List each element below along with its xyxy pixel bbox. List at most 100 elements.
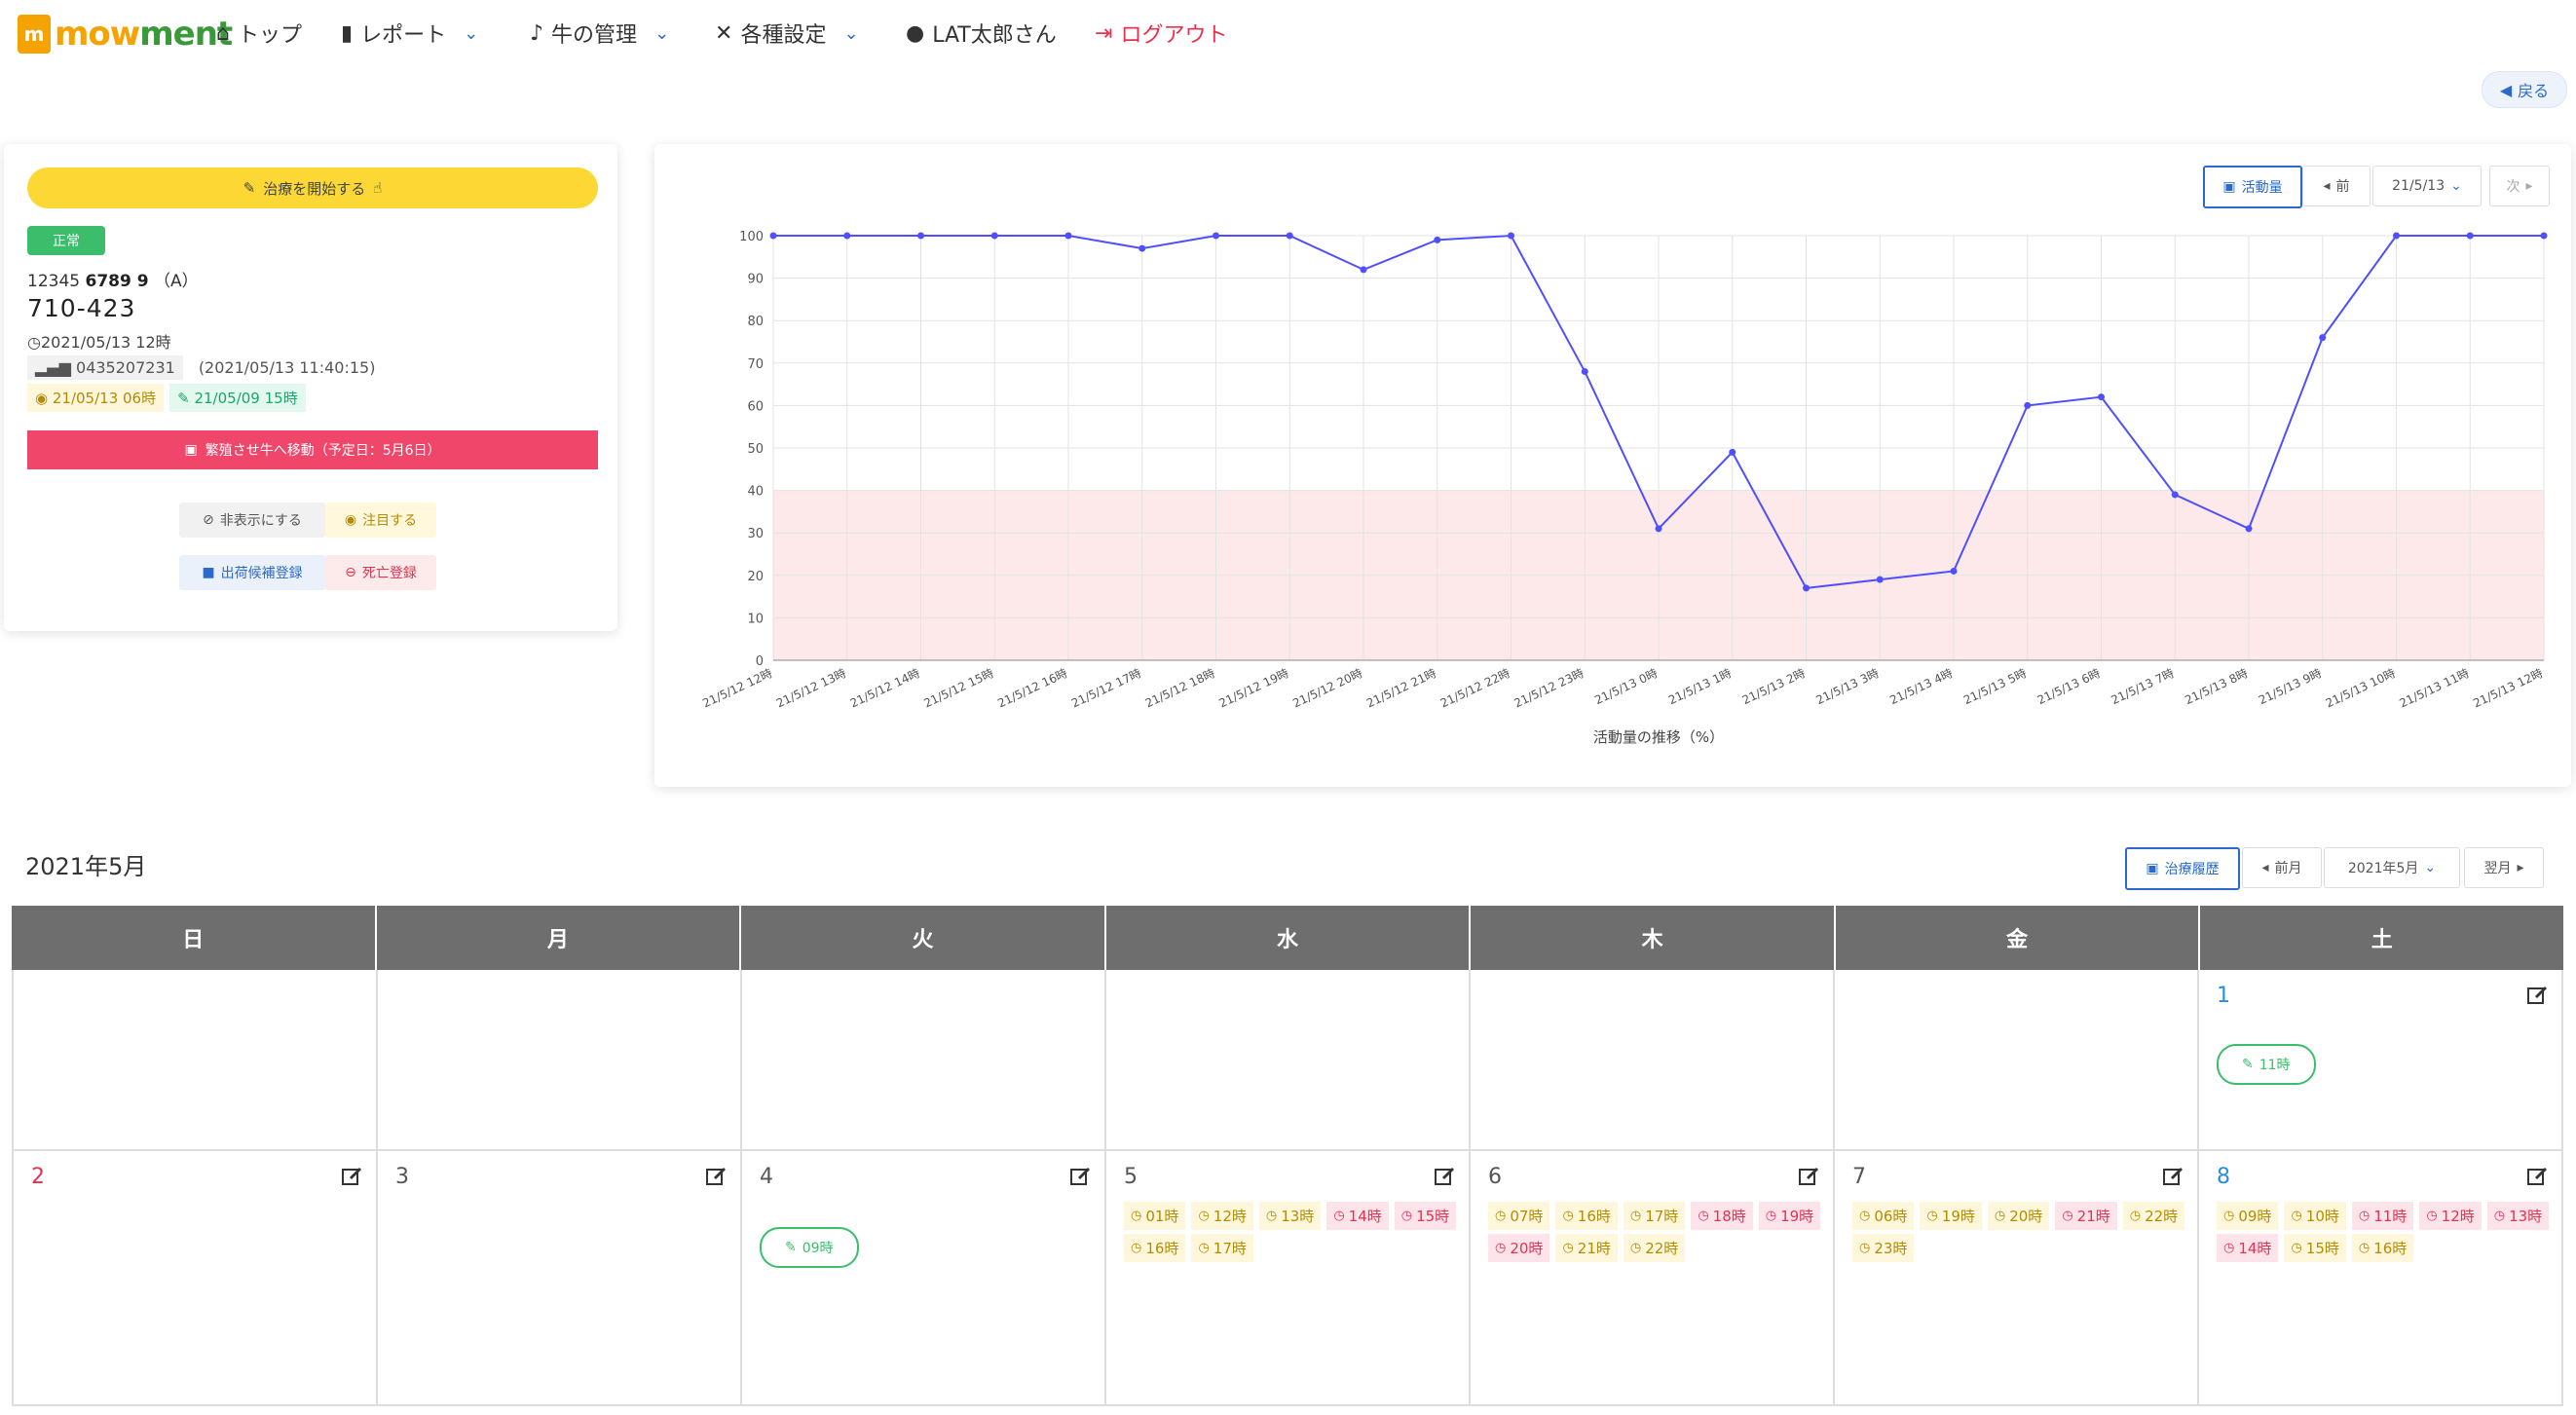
nav-cow-management[interactable]: ♪ 牛の管理 ⌄ xyxy=(530,18,669,49)
bell-icon: ♪ xyxy=(530,20,544,46)
data-point xyxy=(1729,448,1736,456)
edit-icon[interactable] xyxy=(1798,1165,1819,1186)
calendar-cell-6[interactable]: 6 ◷ 07時 ◷ 16時 ◷ 17時 ◷ 18時 ◷ 19時 ◷ 20時 ◷ 21時 ◷ 22… xyxy=(1469,1151,1833,1404)
x-tick-label: 21/5/12 23時 xyxy=(1512,666,1586,710)
day-number: 4 xyxy=(760,1165,773,1189)
edit-icon[interactable] xyxy=(705,1165,727,1186)
edit-icon[interactable] xyxy=(341,1165,362,1186)
data-point xyxy=(1139,244,1146,252)
sensor-info: ▂▄▆ 0435207231 (2021/05/13 11:40:15) xyxy=(27,355,375,380)
edit-icon[interactable] xyxy=(2526,1165,2548,1186)
nav-settings[interactable]: ✕ 各種設定 ⌄ xyxy=(715,18,859,49)
data-point xyxy=(2024,401,2032,409)
x-tick-label: 21/5/12 12時 xyxy=(700,666,774,710)
y-tick-label: 90 xyxy=(747,273,764,287)
x-tick-label: 21/5/12 22時 xyxy=(1438,666,1512,710)
calendar-cell-5[interactable]: 5 ◷ 01時 ◷ 12時 ◷ 13時 ◷ 14時 ◷ 15時 ◷ 16時 ◷ 17時 xyxy=(1104,1151,1469,1404)
cow-id: 12345 6789 9 （A） xyxy=(27,272,199,291)
clock-icon: ◷ xyxy=(1562,1209,1574,1223)
hour-tag: ◷ 22時 xyxy=(2122,1202,2185,1230)
weekday-thu: 木 xyxy=(1471,906,1836,970)
logo-text: mowment xyxy=(55,15,233,54)
start-treatment-button[interactable]: ✎ 治療を開始する ☝ xyxy=(27,168,598,208)
x-tick-label: 21/5/13 3時 xyxy=(1813,666,1881,707)
hour-tag: ◷ 15時 xyxy=(2284,1234,2346,1262)
data-point xyxy=(2393,232,2400,240)
x-tick-label: 21/5/13 12時 xyxy=(2471,666,2545,710)
calendar-icon: ▣ xyxy=(184,442,198,458)
data-point xyxy=(1508,232,1514,240)
clock-icon: ◷ xyxy=(2223,1241,2235,1255)
cow-info-card: ✎ 治療を開始する ☝ 正常 12345 6789 9 （A） 710-423 ◷2… xyxy=(4,144,617,631)
data-point xyxy=(2171,491,2179,499)
activity-chart-card: ▣ 活動量 ◂ 前 21/5/13 ⌄ 次 ▸ 0 10 20 30 40 50 60 70 80 90 1… xyxy=(654,144,2571,787)
nav-user[interactable]: ● LAT太郎さん xyxy=(906,18,1057,49)
watch-button[interactable]: ◉ 注目する xyxy=(325,503,436,538)
hour-tags: ◷ 07時 ◷ 16時 ◷ 17時 ◷ 18時 ◷ 19時 ◷ 20時 ◷ 21時 ◷ 22時 xyxy=(1488,1202,1823,1262)
data-point xyxy=(1876,576,1884,583)
clock-icon: ◷ xyxy=(1629,1209,1642,1223)
clock-icon: ◷ xyxy=(2062,1209,2073,1223)
clock-icon: ◷ xyxy=(2493,1209,2506,1223)
edit-icon[interactable] xyxy=(1069,1165,1091,1186)
data-point xyxy=(1950,567,1958,575)
x-tick-label: 21/5/12 20時 xyxy=(1290,666,1364,710)
insemination-pill[interactable]: ✎ 09時 xyxy=(760,1227,859,1268)
y-tick-label: 40 xyxy=(747,485,764,500)
logo[interactable]: m mowment xyxy=(18,10,233,58)
hour-tag: ◷ 16時 xyxy=(1555,1202,1618,1230)
calendar-grid: 日 月 火 水 木 金 土 1 ✎ 11時 2 3 4 ✎ 09時 5 ◷ 01… xyxy=(12,906,2563,1406)
calendar-cell-8[interactable]: 8 ◷ 09時 ◷ 10時 ◷ 11時 ◷ 12時 ◷ 13時 ◷ 14時 ◷ 15時 ◷ 16… xyxy=(2197,1151,2563,1404)
calendar-cell-2[interactable]: 2 xyxy=(12,1151,376,1404)
history-button[interactable]: ▣ 治療履歴 xyxy=(2125,847,2240,890)
clock-icon: ◷ xyxy=(1333,1209,1345,1223)
hour-tag: ◷ 16時 xyxy=(2351,1234,2414,1262)
dead-button[interactable]: ⊖ 死亡登録 xyxy=(325,555,436,590)
data-point xyxy=(2540,232,2548,240)
chevron-down-icon: ⌄ xyxy=(843,22,859,44)
data-point xyxy=(1655,525,1662,533)
x-tick-label: 21/5/13 2時 xyxy=(1740,666,1808,707)
nav-top[interactable]: ⌂ トップ xyxy=(216,18,302,49)
x-tick-label: 21/5/13 11時 xyxy=(2397,666,2471,710)
nav-report[interactable]: ▮ レポート ⌄ xyxy=(341,18,478,49)
top-nav: m mowment ⌂ トップ ▮ レポート ⌄ ♪ 牛の管理 ⌄ ✕ 各種設定 ⌄ ● LAT… xyxy=(0,0,2576,70)
data-point xyxy=(2245,525,2253,533)
cow-number: 710-423 xyxy=(27,294,136,322)
clock-icon: ◷ xyxy=(2291,1241,2302,1255)
clock-icon: ◷ xyxy=(2358,1209,2371,1223)
data-point xyxy=(1803,584,1810,592)
insemination-pill[interactable]: ✎ 11時 xyxy=(2217,1044,2316,1085)
tools-icon: ✕ xyxy=(715,20,733,46)
calendar-cell-4[interactable]: 4 ✎ 09時 xyxy=(740,1151,1104,1404)
calendar-cell-7[interactable]: 7 ◷ 06時 ◷ 19時 ◷ 20時 ◷ 21時 ◷ 22時 ◷ 23時 xyxy=(1833,1151,2197,1404)
y-tick-label: 30 xyxy=(747,527,764,541)
day-number: 7 xyxy=(1852,1165,1866,1189)
hour-tag: ◷ 14時 xyxy=(1326,1202,1389,1230)
month-select[interactable]: 2021年5月 ⌄ xyxy=(2324,847,2460,888)
x-tick-label: 21/5/12 17時 xyxy=(1069,666,1143,710)
tag-row: ◉ 21/05/13 06時 ✎ 21/05/09 15時 xyxy=(27,384,306,412)
hour-tag: ◷ 12時 xyxy=(1191,1202,1253,1230)
clock-icon: ◷ xyxy=(27,333,41,352)
hour-tag: ◷ 19時 xyxy=(1758,1202,1821,1230)
weekday-fri: 金 xyxy=(1836,906,2201,970)
prev-month-button[interactable]: ◂ 前月 xyxy=(2242,847,2322,888)
hide-button[interactable]: ⊘ 非表示にする xyxy=(179,503,325,538)
next-month-button[interactable]: 翌月 ▸ xyxy=(2464,847,2544,888)
back-button[interactable]: ◀ 戻る xyxy=(2482,71,2567,108)
hour-tag: ◷ 01時 xyxy=(1124,1202,1186,1230)
move-button[interactable]: ▣ 繁殖させ牛へ移動（予定日：5月6日） xyxy=(27,430,598,469)
clock-icon: ◷ xyxy=(1400,1209,1413,1223)
calendar-cell-1[interactable]: 1 ✎ 11時 xyxy=(2197,970,2563,1149)
edit-icon[interactable] xyxy=(1434,1165,1455,1186)
calendar-cell-3[interactable]: 3 xyxy=(376,1151,740,1404)
chevron-left-icon: ◂ xyxy=(2261,860,2269,875)
ship-button[interactable]: ■ 出荷候補登録 xyxy=(179,555,325,590)
x-tick-label: 21/5/12 15時 xyxy=(921,666,995,710)
edit-icon[interactable] xyxy=(2162,1165,2184,1186)
clock-icon: ◷ xyxy=(2358,1241,2371,1255)
chevron-down-icon: ⌄ xyxy=(2424,860,2437,875)
edit-icon[interactable] xyxy=(2526,984,2548,1005)
nav-logout[interactable]: ⇥ ログアウト xyxy=(1095,18,1227,49)
